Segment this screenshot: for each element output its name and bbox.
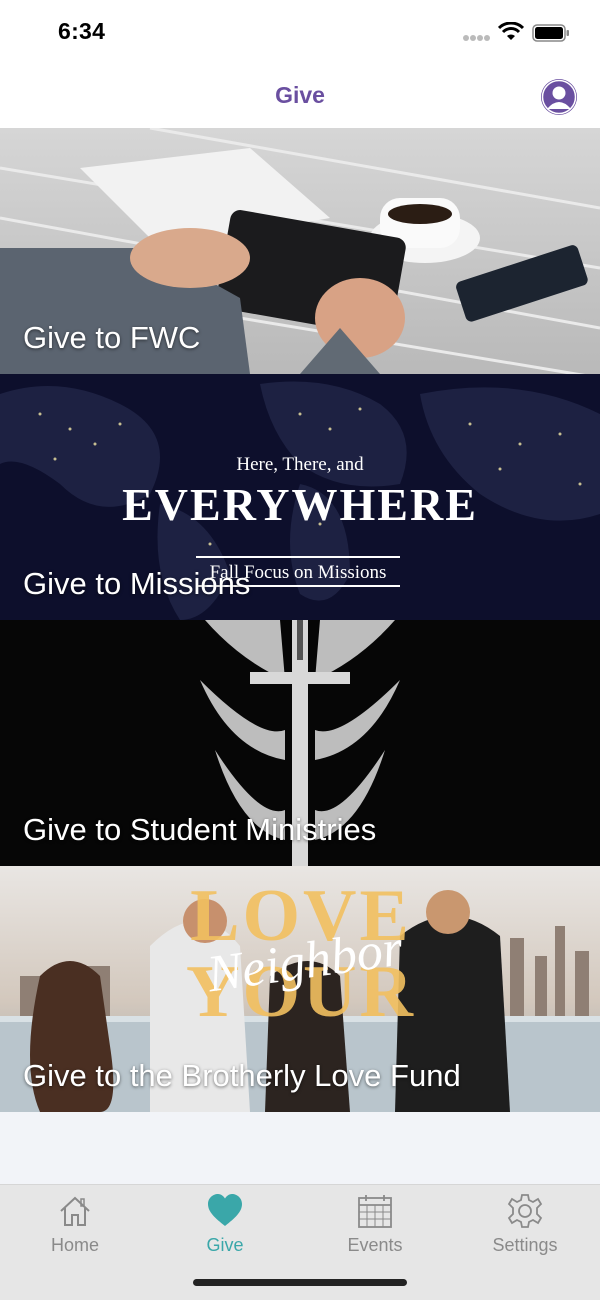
page-title: Give bbox=[275, 82, 325, 108]
status-time: 6:34 bbox=[58, 18, 106, 44]
give-card-fwc[interactable]: Give to FWC bbox=[0, 128, 600, 374]
wifi-icon bbox=[498, 22, 524, 40]
give-card-brotherly-love-fund[interactable]: LOVE YOUR Neighbor Give to the Brotherly… bbox=[0, 866, 600, 1112]
home-indicator bbox=[193, 1279, 407, 1286]
tab-label: Settings bbox=[492, 1235, 558, 1255]
tab-settings[interactable]: Settings bbox=[450, 1185, 600, 1265]
tab-label: Give bbox=[206, 1235, 244, 1255]
status-bar: 6:34 bbox=[0, 0, 600, 66]
heart-icon bbox=[208, 1194, 242, 1226]
tab-label: Home bbox=[50, 1235, 99, 1255]
tab-give[interactable]: Give bbox=[150, 1185, 300, 1265]
card-label: Give to FWC bbox=[23, 320, 201, 355]
tab-events[interactable]: Events bbox=[300, 1185, 450, 1265]
give-card-student-ministries[interactable]: Give to Student Ministries bbox=[0, 620, 600, 866]
gear-icon bbox=[507, 1194, 543, 1228]
card-label: Give to Missions bbox=[23, 566, 251, 601]
signal-icon bbox=[463, 35, 490, 41]
battery-icon bbox=[532, 24, 569, 42]
give-card-missions[interactable]: Here, There, and EVERYWHERE Fall Focus o… bbox=[0, 374, 600, 620]
home-icon bbox=[60, 1196, 90, 1226]
tab-home[interactable]: Home bbox=[0, 1185, 150, 1265]
missions-headline: EVERYWHERE bbox=[122, 479, 478, 530]
card-label: Give to Student Ministries bbox=[23, 812, 377, 847]
tab-label: Events bbox=[347, 1235, 403, 1255]
card-label: Give to the Brotherly Love Fund bbox=[23, 1058, 461, 1093]
profile-button[interactable] bbox=[541, 79, 577, 115]
calendar-icon bbox=[358, 1195, 392, 1228]
person-icon bbox=[541, 79, 577, 115]
nav-bar: Give bbox=[0, 66, 600, 128]
missions-tagline: Here, There, and bbox=[236, 454, 364, 475]
